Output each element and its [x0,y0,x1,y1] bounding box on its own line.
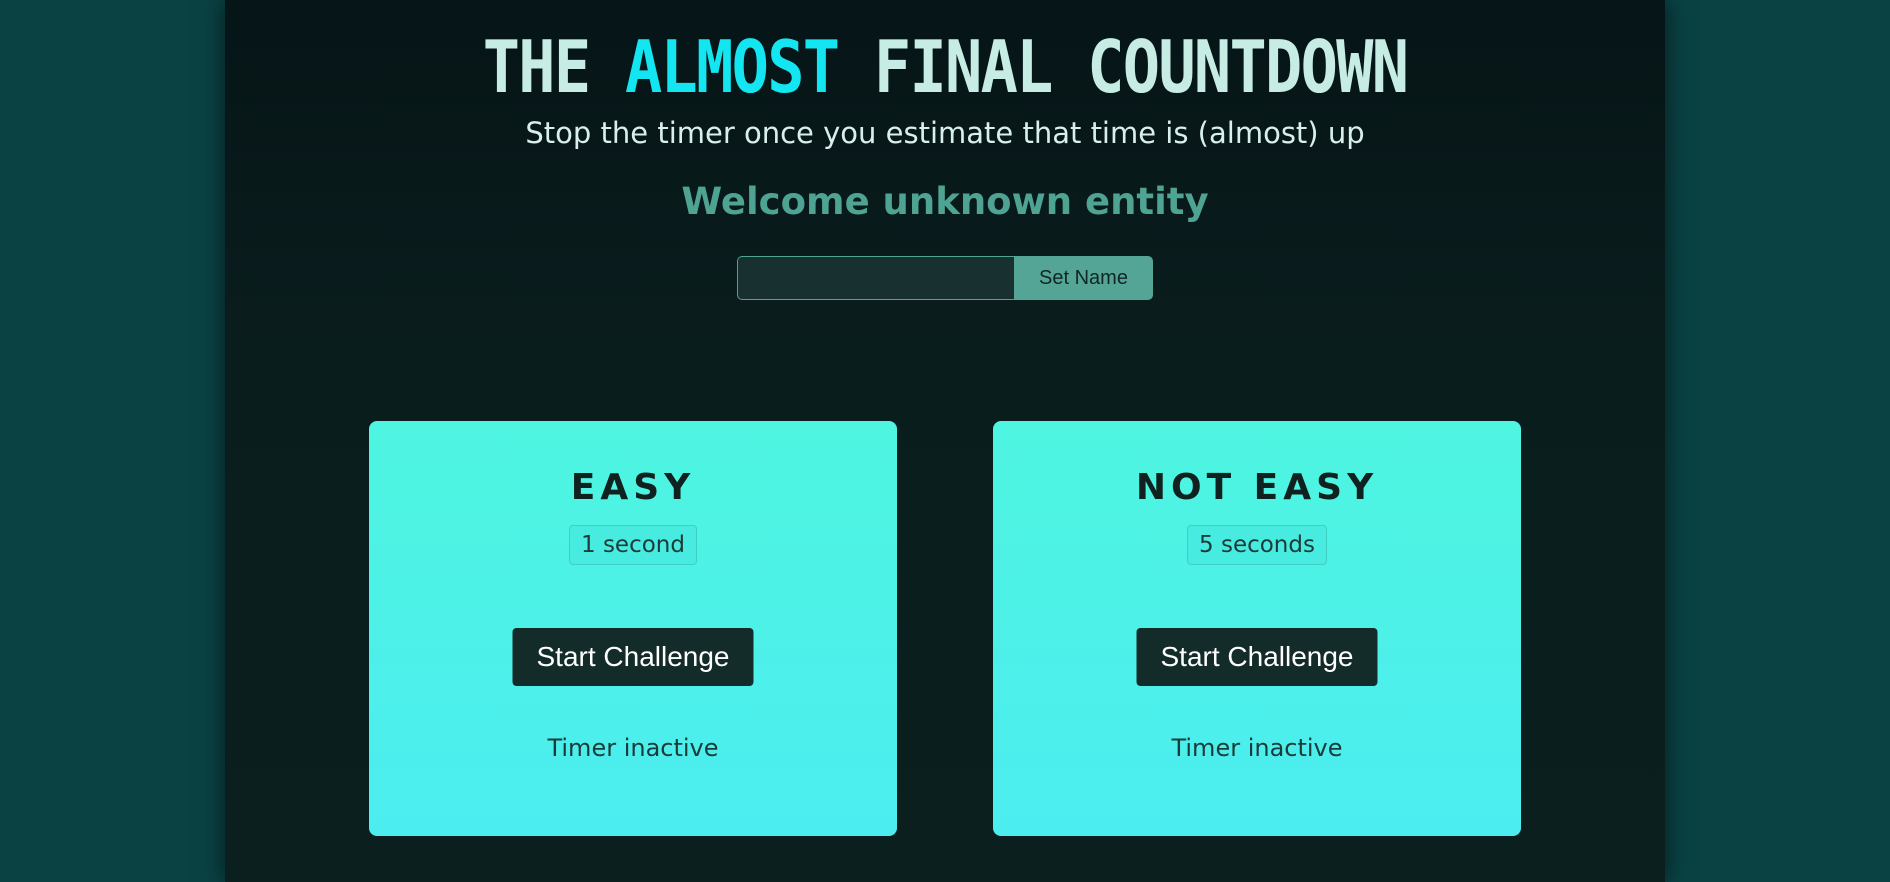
challenge-duration: 1 second [569,525,697,565]
set-name-button[interactable]: Set Name [1014,256,1153,300]
page-container: THE ALMOST FINAL COUNTDOWN Stop the time… [225,0,1665,882]
challenge-title: NOT EASY [1135,467,1379,508]
challenge-title: EASY [570,467,696,508]
challenge-card-not-easy: NOT EASY 5 seconds Start Challenge Timer… [993,421,1521,836]
title-prefix: THE [482,25,591,109]
welcome-message: Welcome unknown entity [681,180,1209,223]
name-input[interactable] [737,256,1014,300]
page-title: THE ALMOST FINAL COUNTDOWN [326,26,1564,108]
timer-status: Timer inactive [1171,734,1343,762]
start-challenge-button[interactable]: Start Challenge [512,628,754,686]
name-form: Set Name [737,256,1153,300]
challenge-card-easy: EASY 1 second Start Challenge Timer inac… [369,421,897,836]
challenge-duration: 5 seconds [1187,525,1327,565]
subtitle: Stop the timer once you estimate that ti… [525,116,1365,150]
title-accent: ALMOST [624,25,840,109]
title-suffix: FINAL COUNTDOWN [873,25,1409,109]
start-challenge-button[interactable]: Start Challenge [1136,628,1378,686]
timer-status: Timer inactive [547,734,719,762]
